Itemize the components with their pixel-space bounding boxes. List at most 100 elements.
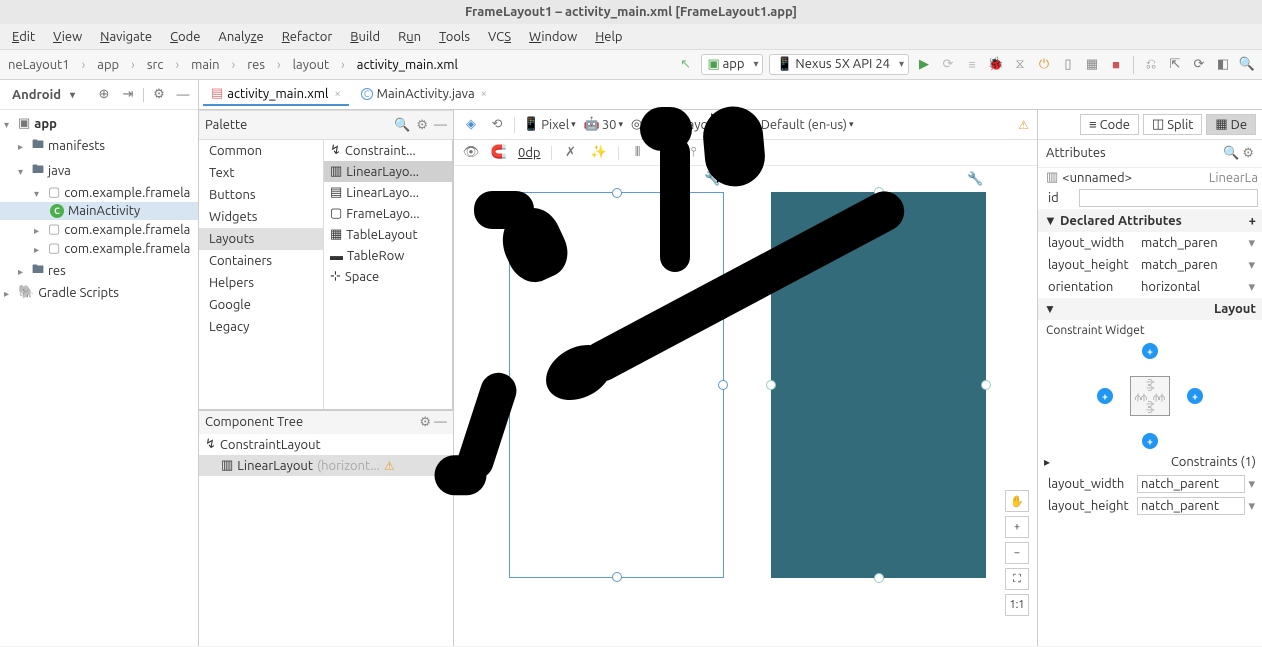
tree-folder-manifests[interactable]: 🖿 manifests <box>0 133 198 158</box>
chevron-down-icon[interactable]: ▾ <box>1245 280 1258 295</box>
palette-cat-helpers[interactable]: Helpers <box>199 272 323 294</box>
sdk-icon[interactable]: ▦ <box>1083 56 1101 74</box>
tab-activity-main-xml[interactable]: ▤ activity_main.xml × <box>203 83 349 106</box>
constraint-top-handle[interactable]: + <box>1142 343 1158 359</box>
zoom-in-button[interactable]: + <box>1005 516 1029 538</box>
menu-navigate[interactable]: Navigate <box>92 27 160 47</box>
resize-handle[interactable] <box>874 573 884 583</box>
menu-build[interactable]: Build <box>342 27 388 47</box>
twisty-icon[interactable] <box>34 186 44 200</box>
constraints-section-header[interactable]: ▸ Constraints (1) <box>1038 451 1262 473</box>
default-margin[interactable]: 0dp <box>518 146 541 160</box>
palette-cat-text[interactable]: Text <box>199 162 323 184</box>
close-icon[interactable]: × <box>334 88 340 100</box>
palette-category-list[interactable]: Common Text Buttons Widgets Layouts Cont… <box>199 140 323 409</box>
resize-handle[interactable] <box>981 380 991 390</box>
constraint-widget[interactable]: ⫛⫛ ⫛⫛ ⫛⫛ ⫛⫛ + + + + <box>1105 351 1195 441</box>
tree-package[interactable]: ▢ com.example.framela <box>0 220 198 239</box>
menu-view[interactable]: View <box>45 27 90 47</box>
menu-vcs[interactable]: VCS <box>480 27 519 47</box>
warning-icon[interactable]: ⚠ <box>1018 118 1029 132</box>
resize-handle[interactable] <box>612 188 622 198</box>
constraint-bottom-handle[interactable]: + <box>1142 433 1158 449</box>
search-icon[interactable]: 🔍 <box>1238 56 1256 74</box>
comp-linearlayout[interactable]: ▥LinearLayout (horizont... ⚠ <box>199 455 453 476</box>
palette-cat-containers[interactable]: Containers <box>199 250 323 272</box>
palette-item-linearlayout-v[interactable]: ▤LinearLayo... <box>324 182 452 203</box>
crumb-project[interactable]: neLayout1 <box>4 56 74 74</box>
attr-value[interactable]: match_paren <box>1137 256 1245 274</box>
project-view-mode[interactable]: Android <box>6 86 79 104</box>
split-mode-button[interactable]: ◫Split <box>1143 114 1202 135</box>
id-input[interactable] <box>1079 189 1258 207</box>
palette-item-space[interactable]: ⊹Space <box>324 266 452 287</box>
tree-package[interactable]: ▢ com.example.framela <box>0 183 198 202</box>
align-icon[interactable]: ⊫ <box>657 144 675 162</box>
tree-folder-java[interactable]: 🖿 java <box>0 158 198 183</box>
palette-cat-layouts[interactable]: Layouts <box>199 228 323 250</box>
attr-value[interactable]: natch_parent <box>1137 475 1245 493</box>
hide-icon[interactable]: — <box>434 118 447 133</box>
menu-code[interactable]: Code <box>162 27 208 47</box>
orientation-icon[interactable]: ⟲ <box>488 116 506 134</box>
target-icon[interactable]: ⊕ <box>95 86 113 104</box>
menu-help[interactable]: Help <box>587 27 630 47</box>
profile-icon[interactable]: ⧖ <box>1011 56 1029 74</box>
tab-mainactivity-java[interactable]: C MainActivity.java × <box>353 84 495 106</box>
gear-icon[interactable]: ⚙ <box>419 415 431 429</box>
twisty-icon[interactable] <box>4 286 14 300</box>
design-preview[interactable] <box>509 192 724 578</box>
twisty-icon[interactable] <box>18 264 28 278</box>
wrench-icon[interactable]: 🔧 <box>704 172 720 187</box>
palette-cat-common[interactable]: Common <box>199 140 323 162</box>
device-combo[interactable]: 📱 Nexus 5X API 24 <box>769 54 909 75</box>
menu-refactor[interactable]: Refactor <box>274 27 341 47</box>
debug-icon[interactable]: 🐞 <box>987 56 1005 74</box>
resize-handle[interactable] <box>766 380 776 390</box>
palette-item-tablelayout[interactable]: ▦TableLayout <box>324 224 452 245</box>
constraint-box[interactable]: ⫛⫛ ⫛⫛ ⫛⫛ ⫛⫛ <box>1130 376 1170 416</box>
comp-constraintlayout[interactable]: ↯ConstraintLayout <box>199 434 453 455</box>
theme-picker[interactable]: ◎FrameLayout1▾ <box>631 117 735 132</box>
gear-icon[interactable]: ⚙ <box>150 86 168 104</box>
palette-item-list[interactable]: ↯Constraint... ▥LinearLayo... ▤LinearLay… <box>324 140 453 409</box>
resize-handle[interactable] <box>874 187 884 197</box>
palette-item-constraint[interactable]: ↯Constraint... <box>324 140 452 161</box>
resize-handle[interactable] <box>612 572 622 582</box>
guideline-icon[interactable]: ⫯ <box>685 144 703 162</box>
crumb-src[interactable]: src <box>143 56 168 74</box>
magnet-icon[interactable]: 🧲 <box>490 144 508 162</box>
crumb-file[interactable]: activity_main.xml <box>353 56 462 74</box>
design-mode-button[interactable]: ▦De <box>1206 114 1256 135</box>
search-icon[interactable]: 🔍 <box>394 118 410 133</box>
visibility-icon[interactable]: 👁 <box>462 144 480 162</box>
layout-icon[interactable]: ◧ <box>1214 56 1232 74</box>
avd-icon[interactable]: ▯ <box>1059 56 1077 74</box>
apply-code-icon[interactable]: ≡ <box>963 56 981 74</box>
constraint-left-handle[interactable]: + <box>1097 388 1113 404</box>
wrench-icon[interactable]: 🔧 <box>967 172 983 187</box>
collapse-icon[interactable]: ⇥ <box>119 86 137 104</box>
twisty-icon[interactable] <box>4 117 14 131</box>
sync-icon[interactable]: ⟳ <box>1190 56 1208 74</box>
palette-cat-legacy[interactable]: Legacy <box>199 316 323 338</box>
crumb-main[interactable]: main <box>187 56 223 74</box>
zoom-ratio[interactable]: 1:1 <box>1005 594 1029 616</box>
palette-cat-buttons[interactable]: Buttons <box>199 184 323 206</box>
project-tree[interactable]: ▣ app 🖿 manifests 🖿 java ▢ com.example.f… <box>0 110 198 646</box>
twisty-icon[interactable] <box>18 139 28 153</box>
resize-handle[interactable] <box>718 380 728 390</box>
code-mode-button[interactable]: ≡Code <box>1080 114 1139 135</box>
pack-icon[interactable]: ⫴ <box>629 144 647 162</box>
gear-icon[interactable]: ⚙ <box>416 118 428 133</box>
tree-package[interactable]: ▢ com.example.framela <box>0 239 198 258</box>
palette-cat-google[interactable]: Google <box>199 294 323 316</box>
declared-attributes-header[interactable]: ▼ Declared Attributes+ <box>1038 209 1262 232</box>
chevron-down-icon[interactable]: ▾ <box>1245 499 1258 514</box>
build-icon[interactable]: ↖ <box>677 56 695 74</box>
crumb-res[interactable]: res <box>243 56 269 74</box>
search-icon[interactable]: 🔍 <box>1223 146 1239 160</box>
tree-folder-res[interactable]: 🖿 res <box>0 258 198 283</box>
design-view-icon[interactable]: ◈ <box>462 116 480 134</box>
device-picker[interactable]: 📱Pixel▾ <box>523 117 576 132</box>
